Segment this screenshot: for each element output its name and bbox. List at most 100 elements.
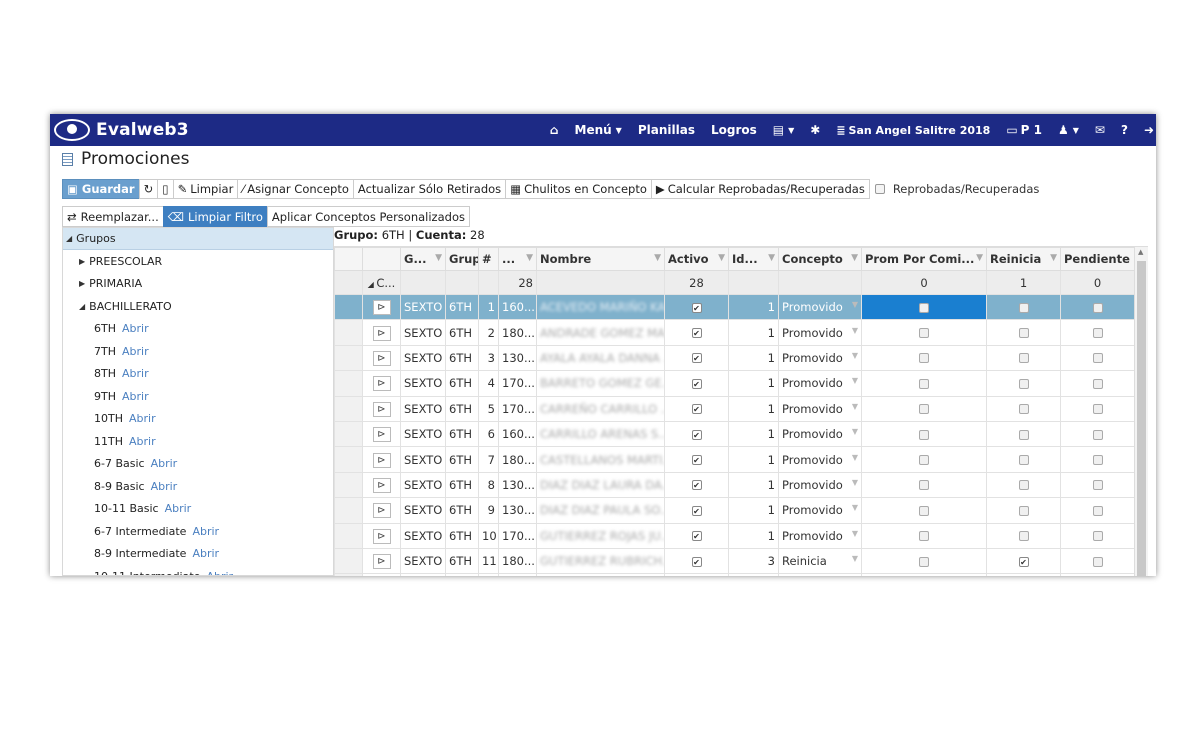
pendiente-checkbox[interactable] (1092, 455, 1103, 466)
reinicia-checkbox[interactable] (1018, 480, 1029, 491)
filter-icon[interactable]: ▼ (718, 253, 725, 263)
nav-planillas[interactable]: Planillas (630, 123, 703, 137)
open-row-cell[interactable]: ⊳ (362, 420, 401, 448)
tree-group-item[interactable]: 7TH Abrir (63, 340, 333, 363)
row-gutter[interactable] (334, 344, 363, 372)
folder-open-icon[interactable]: ⊳ (372, 427, 391, 443)
brand[interactable]: Evalweb3 (50, 114, 189, 146)
open-group-link[interactable]: Abrir (192, 547, 219, 560)
cell-reinicia[interactable] (986, 471, 1061, 499)
reinicia-checkbox[interactable] (1018, 505, 1029, 516)
col-header-concepto[interactable]: Concepto ▼ (778, 247, 862, 271)
tree-group-item[interactable]: 10-11 IntermediateAbrir (63, 565, 333, 575)
activo-checkbox[interactable]: ✔ (691, 328, 702, 339)
cell-prom[interactable] (861, 370, 987, 397)
col-header-prom[interactable]: Prom Por Comi... ▼ (861, 247, 987, 271)
cell-pendiente[interactable] (1060, 395, 1135, 422)
open-row-cell[interactable]: ⊳ (362, 293, 401, 321)
activo-checkbox[interactable]: ✔ (691, 404, 702, 415)
cell-prom[interactable] (861, 573, 987, 576)
reinicia-checkbox[interactable] (1018, 455, 1029, 466)
activo-checkbox[interactable]: ✔ (691, 378, 702, 389)
open-row-cell[interactable]: ⊳ (362, 573, 401, 576)
chulitos-button[interactable]: ▦ Chulitos en Concepto (505, 179, 652, 199)
prom-checkbox[interactable] (919, 455, 929, 466)
cell-pendiente[interactable] (1060, 319, 1135, 346)
grid-scrollbar[interactable]: ▲ (1134, 247, 1148, 576)
tree-group-item[interactable]: 8-9 Intermediate Abrir (63, 543, 333, 566)
reinicia-checkbox[interactable] (1018, 429, 1029, 440)
cell-concepto[interactable]: Promovido▼ (778, 446, 862, 473)
open-group-link[interactable]: Abrir (151, 457, 178, 470)
cell-reinicia[interactable] (986, 497, 1061, 524)
activo-checkbox[interactable]: ✔ (691, 455, 702, 466)
replace-button[interactable]: ⇄ Reemplazar... (62, 206, 164, 227)
tree-node-bachillerato[interactable]: ◢ BACHILLERATO (63, 295, 333, 318)
cell-concepto[interactable]: Promovido▼ (778, 573, 862, 576)
open-row-cell[interactable]: ⊳ (362, 344, 401, 372)
open-row-cell[interactable]: ⊳ (362, 395, 401, 422)
table-row[interactable]: ⊳ SEXTO 6TH 8 130... DIAZ DIAZ LAURA DA... ✔ 1 P… (334, 471, 1135, 499)
reinicia-checkbox[interactable] (1018, 531, 1029, 542)
pendiente-checkbox[interactable] (1092, 404, 1103, 415)
table-row[interactable]: ⊳ SEXTO 6TH 2 180... ANDRADE GOMEZ MA... ✔ 1 Pro… (334, 319, 1135, 346)
prom-checkbox[interactable] (919, 531, 929, 542)
pendiente-checkbox[interactable] (1092, 505, 1103, 516)
cell-concepto[interactable]: Promovido▼ (778, 293, 862, 321)
cell-concepto[interactable]: Promovido▼ (778, 522, 862, 549)
row-gutter-header[interactable] (334, 247, 363, 271)
open-group-link[interactable]: Abrir (206, 570, 233, 575)
tree-group-item[interactable]: 8TH Abrir (63, 363, 333, 386)
cell-concepto[interactable]: Promovido▼ (778, 420, 862, 448)
table-row[interactable]: ⊳ SEXTO 6TH 6 160... CARRILLO ARENAS S... ✔ 1 Pr… (334, 420, 1135, 448)
open-row-cell[interactable]: ⊳ (362, 471, 401, 499)
col-header-g[interactable]: G... ▼ (400, 247, 446, 271)
row-gutter[interactable] (334, 522, 363, 549)
open-group-link[interactable]: Abrir (122, 345, 149, 358)
row-gutter[interactable] (334, 573, 363, 576)
prom-checkbox[interactable] (919, 556, 929, 567)
cell-prom[interactable] (861, 293, 987, 321)
col-header-id[interactable]: Id... ▼ (728, 247, 779, 271)
tree-node-primaria[interactable]: ▶ PRIMARIA (63, 273, 333, 296)
cell-pendiente[interactable] (1060, 344, 1135, 372)
prom-checkbox[interactable] (919, 378, 929, 389)
pendiente-checkbox[interactable] (1092, 480, 1103, 491)
open-group-link[interactable]: Abrir (122, 322, 149, 335)
cell-activo[interactable]: ✔ (664, 522, 729, 549)
dropdown-icon[interactable]: ▼ (852, 453, 858, 462)
dropdown-icon[interactable]: ▼ (852, 376, 858, 385)
logout-icon[interactable]: ➜ (1136, 123, 1156, 137)
col-header-num[interactable]: # (478, 247, 499, 271)
open-row-cell[interactable]: ⊳ (362, 319, 401, 346)
cell-concepto[interactable]: Promovido▼ (778, 395, 862, 422)
cell-activo[interactable]: ✔ (664, 497, 729, 524)
pendiente-checkbox[interactable] (1092, 328, 1103, 339)
reinicia-checkbox[interactable] (1018, 378, 1029, 389)
nav-school[interactable]: ≣ San Angel Salitre 2018 (828, 124, 998, 137)
cell-concepto[interactable]: Promovido▼ (778, 370, 862, 397)
col-header-pendiente[interactable]: Pendiente (1060, 247, 1135, 271)
cell-pendiente[interactable] (1060, 446, 1135, 473)
open-group-link[interactable]: Abrir (129, 435, 156, 448)
cell-concepto[interactable]: Promovido▼ (778, 344, 862, 372)
cell-activo[interactable]: ✔ (664, 446, 729, 473)
activo-checkbox[interactable]: ✔ (691, 505, 702, 516)
cell-reinicia[interactable] (986, 370, 1061, 397)
cell-concepto[interactable]: Promovido▼ (778, 497, 862, 524)
col-header-grup[interactable]: Grup (445, 247, 479, 271)
cell-prom[interactable] (861, 522, 987, 549)
gear-icon[interactable]: ✱ (802, 123, 828, 137)
calculate-button[interactable]: ▶ Calcular Reprobadas/Recuperadas (650, 179, 870, 199)
cell-prom[interactable] (861, 471, 987, 499)
nav-logros[interactable]: Logros (703, 123, 765, 137)
activo-checkbox[interactable]: ✔ (691, 531, 702, 542)
cell-reinicia[interactable] (986, 344, 1061, 372)
cell-pendiente[interactable] (1060, 573, 1135, 576)
cell-concepto[interactable]: Promovido▼ (778, 319, 862, 346)
cell-activo[interactable]: ✔ (664, 395, 729, 422)
open-group-link[interactable]: Abrir (129, 412, 156, 425)
folder-open-icon[interactable]: ⊳ (372, 503, 391, 519)
tree-group-item[interactable]: 6TH Abrir (63, 318, 333, 341)
cell-activo[interactable]: ✔ (664, 547, 729, 575)
